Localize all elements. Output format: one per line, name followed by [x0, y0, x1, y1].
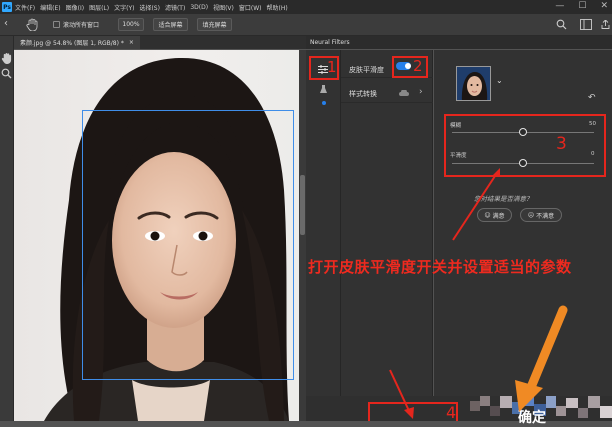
back-chevron-icon[interactable]: ‹ — [4, 18, 8, 29]
photoshop-logo-icon: Ps — [2, 2, 12, 12]
canvas-image[interactable] — [14, 50, 299, 421]
fill-screen-button[interactable]: 填充屏幕 — [197, 18, 232, 31]
menu-help[interactable]: 帮助(H) — [267, 3, 288, 12]
document-tab[interactable]: 素颜.jpg @ 54.8% (图层 1, RGB/8) * × — [14, 36, 140, 49]
annotation-instruction-text: 打开皮肤平滑度开关并设置适当的参数 — [308, 258, 572, 276]
cloud-icon — [399, 90, 409, 96]
neural-filters-title: Neural Filters — [310, 39, 350, 46]
canvas-scrollbar[interactable] — [299, 50, 306, 421]
zoom-tool-icon[interactable] — [1, 68, 12, 79]
reset-icon[interactable]: ↶ — [588, 93, 596, 103]
chevron-down-icon[interactable]: ⌄ — [496, 76, 503, 85]
hand-tool-icon[interactable] — [1, 52, 12, 64]
feedback-question: 您对结果是否满意？ — [474, 195, 533, 203]
menu-edit[interactable]: 编辑(E) — [40, 3, 60, 12]
satisfied-label: 满意 — [492, 212, 505, 220]
frown-icon: ☹ — [527, 211, 535, 219]
annotation-box-3 — [444, 114, 606, 177]
close-icon[interactable]: ✕ — [600, 1, 608, 11]
filter-detail-panel — [434, 50, 612, 421]
menu-filter[interactable]: 滤镜(T) — [165, 3, 185, 12]
ok-button[interactable]: 确定 — [518, 407, 546, 427]
hand-tool-icon[interactable] — [26, 18, 38, 31]
menu-image[interactable]: 图像(I) — [66, 3, 84, 12]
smile-icon: ☺ — [484, 211, 491, 219]
neural-filters-sidebar — [306, 50, 341, 421]
face-thumbnail-image — [457, 67, 490, 100]
filter-label-style-transfer: 样式转换 — [349, 90, 377, 98]
annotation-number-4: 4 — [446, 403, 457, 422]
cancel-button-annotation-box — [368, 402, 458, 421]
neural-filters-tab-bar — [306, 36, 612, 49]
tool-strip — [0, 36, 14, 421]
scroll-all-windows-checkbox[interactable] — [53, 21, 60, 28]
filter-label-skin-smoothing: 皮肤平滑度 — [349, 66, 384, 74]
not-satisfied-button[interactable]: ☹ 不满意 — [520, 208, 562, 222]
annotation-box-2 — [392, 56, 428, 78]
annotation-number-1: 1 — [327, 58, 337, 76]
canvas-scroll-thumb[interactable] — [300, 175, 305, 235]
new-dot-icon — [322, 101, 326, 105]
tab-close-icon[interactable]: × — [129, 39, 134, 46]
beaker-icon[interactable] — [320, 85, 327, 94]
not-satisfied-label: 不满意 — [536, 212, 555, 220]
options-bar: ‹ 滚动所有窗口 100% 适合屏幕 填充屏幕 — [0, 14, 612, 36]
workspace-icon[interactable] — [580, 19, 592, 30]
chevron-right-icon[interactable]: › — [419, 87, 423, 97]
menu-3d[interactable]: 3D(D) — [190, 4, 208, 11]
share-icon[interactable] — [601, 20, 610, 29]
document-title: 素颜.jpg @ 54.8% (图层 1, RGB/8) * — [20, 40, 124, 47]
scroll-all-windows-label: 滚动所有窗口 — [63, 22, 100, 29]
menu-view[interactable]: 视图(V) — [213, 3, 234, 12]
fit-screen-button[interactable]: 适合屏幕 — [153, 18, 188, 31]
restore-icon[interactable]: ☐ — [578, 1, 586, 11]
minimize-icon[interactable]: — — [555, 1, 564, 11]
menu-select[interactable]: 选择(S) — [139, 3, 160, 12]
menu-window[interactable]: 窗口(W) — [239, 3, 262, 12]
filter-row-style-transfer[interactable]: 样式转换 › — [341, 83, 433, 103]
annotation-number-3: 3 — [556, 134, 567, 154]
menu-file[interactable]: 文件(F) — [15, 3, 35, 12]
neural-filters-list — [341, 50, 433, 421]
zoom-field[interactable]: 100% — [118, 18, 144, 31]
search-icon[interactable] — [556, 19, 567, 30]
menu-layer[interactable]: 图层(L) — [89, 3, 109, 12]
satisfied-button[interactable]: ☺ 满意 — [477, 208, 512, 222]
menu-bar: Ps 文件(F) 编辑(E) 图像(I) 图层(L) 文字(Y) 选择(S) 滤… — [0, 0, 612, 14]
annotation-number-2: 2 — [413, 57, 423, 75]
menu-type[interactable]: 文字(Y) — [114, 3, 134, 12]
face-thumbnail[interactable] — [456, 66, 491, 101]
face-detection-frame — [82, 110, 294, 380]
